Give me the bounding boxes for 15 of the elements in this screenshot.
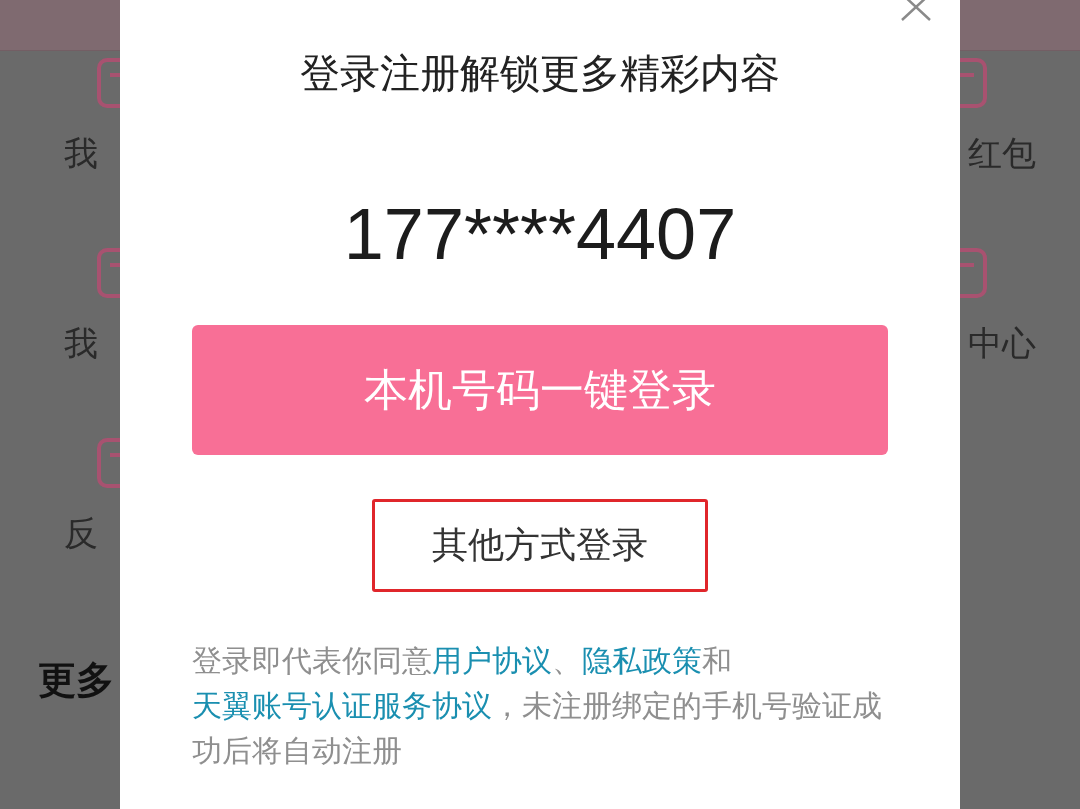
other-login-button[interactable]: 其他方式登录 [372, 499, 708, 592]
menu-label[interactable]: 中心 [968, 321, 1036, 367]
dialog-title: 登录注册解锁更多精彩内容 [300, 49, 780, 98]
agreement-link[interactable]: 用户协议 [432, 643, 552, 678]
menu-label[interactable]: 我 [64, 321, 98, 367]
menu-label[interactable]: 我 [64, 131, 98, 177]
one-click-login-button[interactable]: 本机号码一键登录 [192, 325, 888, 455]
menu-label[interactable]: 红包 [968, 131, 1036, 177]
agreement-link[interactable]: 天翼账号认证服务协议 [192, 688, 492, 723]
agreement-text: 登录即代表你同意用户协议、隐私政策和 天翼账号认证服务协议，未注册绑定的手机号验证成功后将自动注册 [192, 642, 883, 770]
close-icon[interactable] [900, 0, 932, 22]
menu-label[interactable]: 反 [64, 511, 98, 557]
section-title: 更多 [38, 657, 115, 704]
phone-number: 177****4407 [343, 193, 737, 275]
agreement-link[interactable]: 隐私政策 [582, 643, 702, 678]
